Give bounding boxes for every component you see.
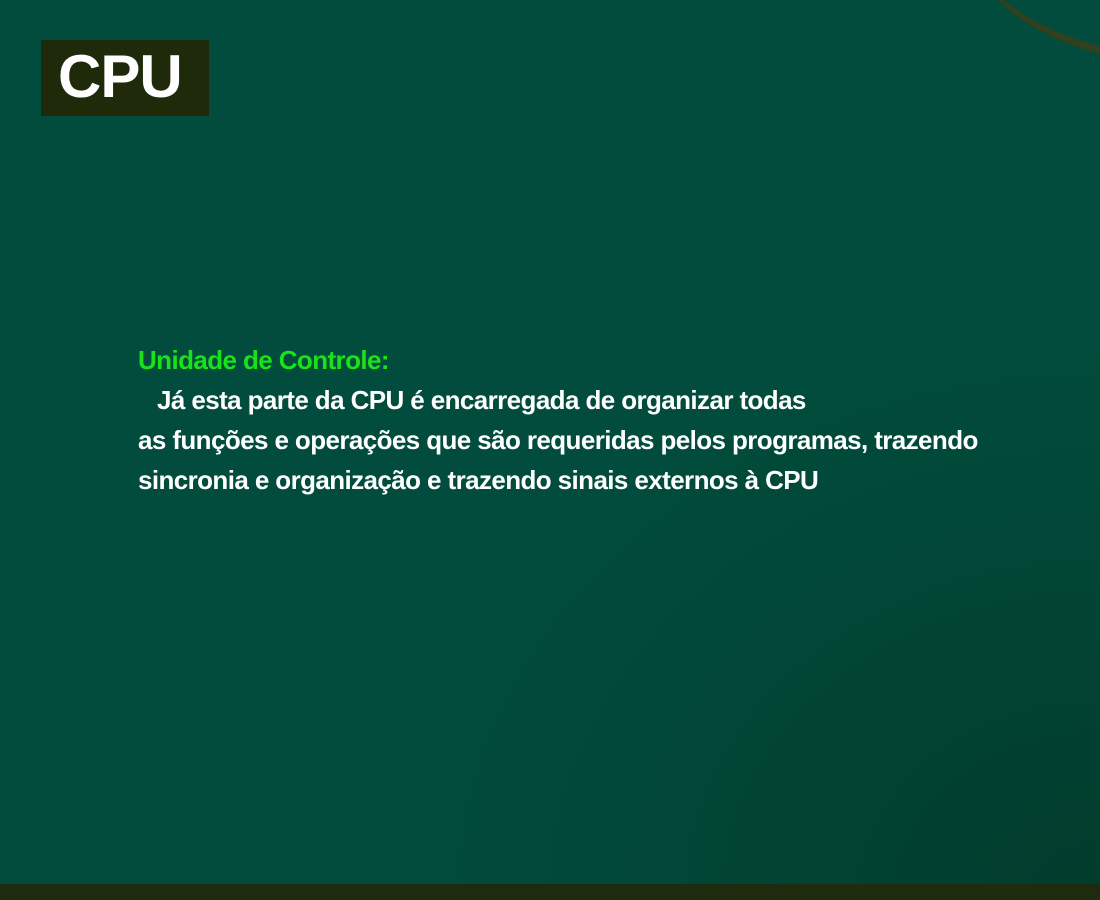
title-box: CPU	[41, 40, 209, 116]
body-line-1: Já esta parte da CPU é encarregada de or…	[157, 385, 806, 415]
content-block: Unidade de Controle: Já esta parte da CP…	[138, 340, 1038, 500]
section-heading: Unidade de Controle:	[138, 345, 390, 375]
body-line-2: as funções e operações que são requerida…	[138, 425, 978, 455]
corner-accent-decoration	[953, 0, 1100, 61]
bottom-bar	[0, 884, 1100, 900]
slide-title: CPU	[58, 43, 183, 110]
body-line-3: sincronia e organização e trazendo sinai…	[138, 465, 819, 495]
slide: CPU Unidade de Controle: Já esta parte d…	[0, 0, 1100, 900]
